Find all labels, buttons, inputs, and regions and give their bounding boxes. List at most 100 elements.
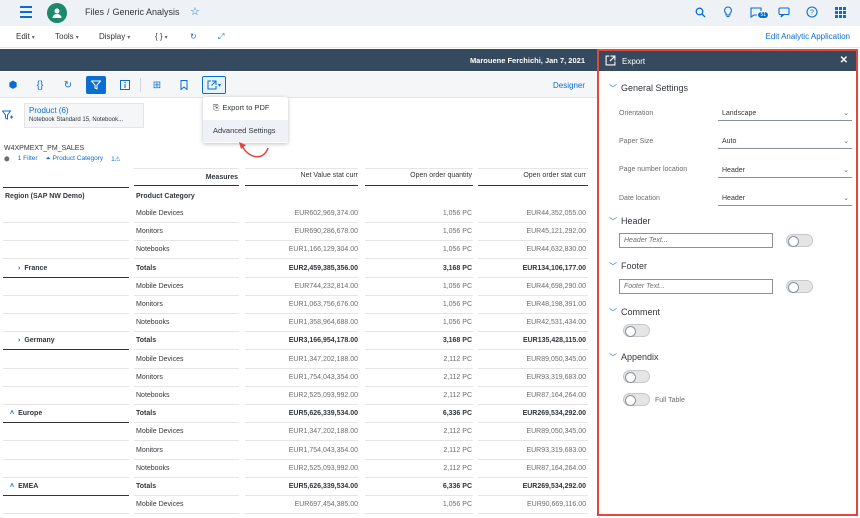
region-row-header[interactable]: › France [6, 265, 47, 272]
filter-title: Product (6) [29, 106, 69, 115]
row-divider [365, 386, 473, 387]
net-value-cell: EUR5,626,339,534.00 [288, 410, 358, 417]
section-footer[interactable]: ﹀ Footer [609, 261, 647, 272]
row-divider [245, 222, 358, 223]
row-divider [478, 295, 588, 296]
apps-grid-icon[interactable] [832, 4, 848, 20]
cube-icon[interactable]: ⬢ [5, 77, 21, 93]
orientation-select[interactable]: Landscape ⌄ [718, 108, 852, 121]
row-divider [134, 495, 239, 496]
open-curr-cell: EUR93,319,683.00 [526, 374, 586, 381]
bookmark-icon[interactable] [176, 77, 192, 93]
page-number-select[interactable]: Header ⌄ [718, 165, 852, 178]
section-comment[interactable]: ﹀ Comment [609, 307, 660, 318]
menu-edit[interactable]: Edit ▾ [16, 32, 35, 41]
chip-category[interactable]: ⏶ Product Category [46, 155, 104, 163]
paper-size-label: Paper Size [619, 138, 654, 145]
product-filter-token[interactable]: Product (6) Notebook Standard 15, Notebo… [24, 103, 144, 128]
open-qty-cell: 2,112 PC [443, 392, 472, 399]
chat-icon[interactable] [776, 4, 792, 20]
braces-icon[interactable]: {} [32, 77, 48, 93]
refresh-icon[interactable]: ↻ [60, 77, 76, 93]
region-row-header[interactable]: ˄ EMEA [0, 483, 38, 490]
chevron-right-icon[interactable]: › [18, 265, 20, 272]
export-button[interactable]: ▾ [202, 76, 226, 94]
designer-link[interactable]: Designer [553, 81, 585, 90]
category-cell: Mobile Devices [136, 210, 184, 217]
help-icon[interactable]: ? [804, 4, 820, 20]
header-divider [134, 185, 239, 186]
footer-text-input[interactable]: Footer Text... [619, 279, 773, 294]
comment-toggle[interactable] [623, 324, 650, 337]
row-divider [3, 440, 129, 441]
category-cell: Monitors [136, 374, 163, 381]
info-icon[interactable] [117, 77, 133, 93]
appendix-toggle[interactable] [623, 370, 650, 383]
row-divider [134, 440, 239, 441]
date-location-select[interactable]: Header ⌄ [718, 193, 852, 206]
row-divider [3, 240, 129, 241]
full-table-toggle[interactable] [623, 393, 650, 406]
fullscreen-icon[interactable]: ⤢ [218, 32, 224, 42]
row-divider [3, 331, 129, 332]
menu-display[interactable]: Display ▾ [99, 32, 130, 41]
section-general-settings[interactable]: ﹀ General Settings [609, 83, 688, 94]
export-dropdown: ⎘ Export to PDF Advanced Settings [203, 97, 288, 143]
open-qty-cell: 6,336 PC [442, 483, 472, 490]
menu-tools[interactable]: Tools ▾ [55, 32, 79, 41]
chevron-down-icon: ﹀ [609, 262, 617, 271]
comment-section-label: Comment [621, 307, 661, 317]
refresh-icon[interactable]: ↻ [190, 32, 197, 41]
row-divider [3, 422, 129, 423]
row-divider [245, 440, 358, 441]
header-toggle[interactable] [786, 234, 813, 247]
row-divider [245, 477, 358, 478]
menu-display-label: Display [99, 32, 126, 41]
category-cell: Mobile Devices [136, 356, 184, 363]
avatar[interactable] [47, 3, 67, 23]
row-divider [245, 386, 358, 387]
paper-size-select[interactable]: Auto ⌄ [718, 136, 852, 149]
open-curr-cell: EUR44,698,290.00 [526, 283, 586, 290]
section-appendix[interactable]: ﹀ Appendix [609, 352, 659, 363]
menu-icon[interactable] [20, 6, 32, 18]
open-qty-cell: 1,056 PC [442, 246, 472, 253]
category-cell: Mobile Devices [136, 428, 184, 435]
row-divider [245, 404, 358, 405]
category-cell: Mobile Devices [136, 283, 184, 290]
table-icon[interactable]: ⊞ [149, 77, 165, 93]
lightbulb-icon[interactable] [720, 4, 736, 20]
favorite-star-icon[interactable]: ☆ [190, 5, 200, 18]
chevron-down-icon: ﹀ [609, 308, 617, 317]
chip-filter[interactable]: 1 Filter [18, 155, 38, 163]
section-header[interactable]: ﹀ Header [609, 216, 651, 227]
notifications-icon[interactable]: 51 [748, 4, 769, 20]
category-cell: Totals [136, 410, 157, 417]
breadcrumb-files[interactable]: Files [85, 7, 104, 17]
open-qty-cell: 2,112 PC [443, 356, 472, 363]
row-divider [134, 513, 239, 514]
header-text-input[interactable]: Header Text... [619, 233, 773, 248]
row-divider [3, 404, 129, 405]
open-qty-cell: 6,336 PC [442, 410, 472, 417]
chevron-right-icon[interactable]: › [18, 337, 20, 344]
chevron-up-icon[interactable]: ˄ [10, 410, 14, 417]
menu-scripting[interactable]: { } ▾ [155, 32, 168, 41]
filter-icon[interactable] [86, 76, 106, 94]
export-to-pdf-item[interactable]: ⎘ Export to PDF [203, 97, 288, 119]
net-value-cell: EUR697,454,385.00 [294, 501, 358, 508]
category-cell: Monitors [136, 301, 163, 308]
close-icon[interactable]: ✕ [840, 55, 848, 66]
edit-analytic-application-link[interactable]: Edit Analytic Application [766, 32, 851, 41]
net-value-cell: EUR2,525,093,992.00 [288, 392, 358, 399]
chevron-up-icon[interactable]: ˄ [10, 483, 14, 490]
row-divider [478, 513, 588, 514]
search-icon[interactable] [692, 4, 708, 20]
filter-add-icon[interactable] [1, 110, 13, 123]
open-qty-cell: 3,168 PC [442, 337, 472, 344]
region-row-header[interactable]: ˄ Europe [0, 410, 42, 417]
footer-toggle[interactable] [786, 280, 813, 293]
region-label: France [24, 265, 48, 272]
region-row-header[interactable]: › Germany [6, 337, 55, 344]
chip-count[interactable]: 1⚠ [111, 155, 120, 163]
